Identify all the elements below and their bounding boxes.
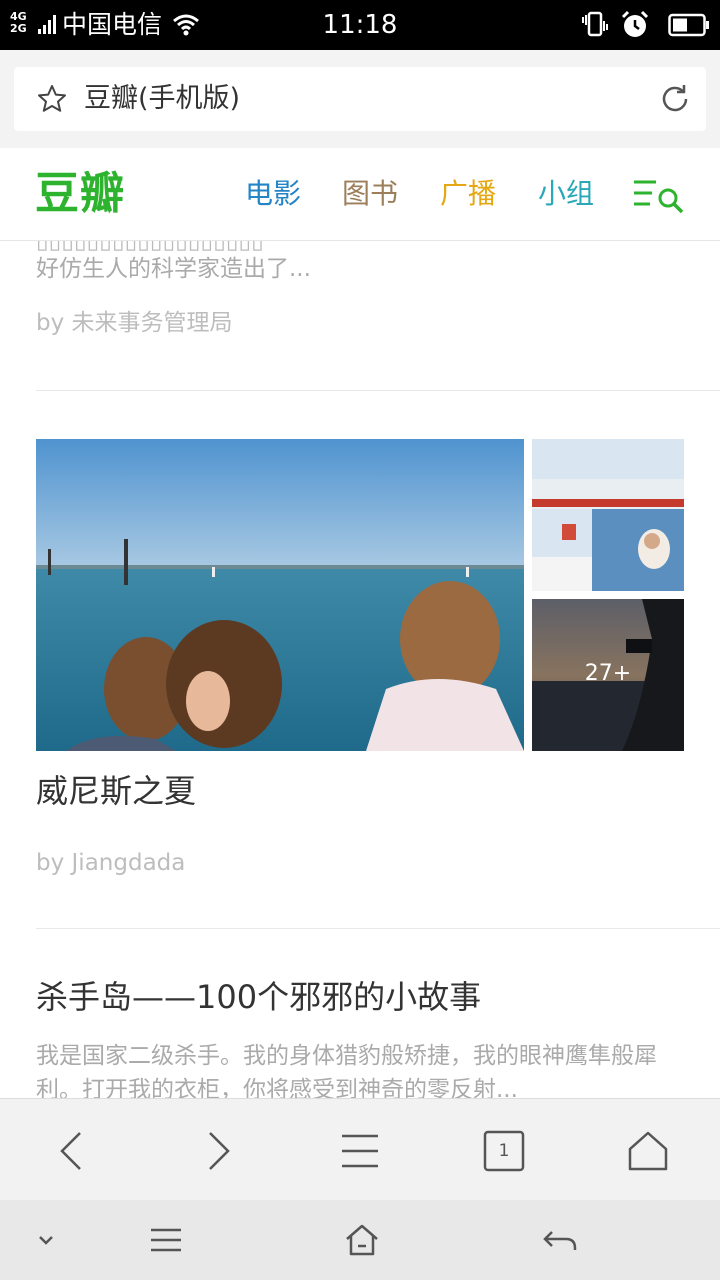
item1-author[interactable]: by 未来事务管理局 <box>36 309 233 337</box>
thumbnail-photo-1[interactable] <box>532 439 684 591</box>
item2-author[interactable]: by Jiangdada <box>36 849 185 877</box>
site-header: 豆瓣 电影 图书 广播 小组 <box>0 148 720 241</box>
address-bar-area: 豆瓣(手机版) <box>0 50 720 148</box>
home-icon[interactable] <box>624 1127 672 1175</box>
feed: ▯▯▯▯▯▯▯▯▯▯▯▯▯▯▯▯▯▯ 好仿生人的科学家造出了... by 未来事… <box>0 241 720 1098</box>
menu-icon[interactable] <box>336 1127 384 1175</box>
divider <box>36 390 720 391</box>
item3-excerpt[interactable]: 我是国家二级杀手。我的身体猎豹般矫捷，我的眼神鹰隼般犀利。打开我的衣柜，你将感受… <box>36 1039 686 1098</box>
clock: 11:18 <box>322 10 398 40</box>
more-photos-count: 27+ <box>584 661 632 686</box>
nav-book[interactable]: 图书 <box>342 176 398 212</box>
home-icon[interactable] <box>344 1222 380 1258</box>
item1-excerpt[interactable]: 好仿生人的科学家造出了... <box>36 255 311 283</box>
battery-icon <box>668 13 709 37</box>
alarm-icon <box>621 10 649 37</box>
system-nav-bar <box>0 1200 720 1280</box>
main-photo[interactable] <box>36 439 524 751</box>
star-icon[interactable] <box>36 83 68 115</box>
tab-count: 1 <box>498 1141 510 1161</box>
forward-icon[interactable] <box>194 1127 242 1175</box>
chevron-down-icon[interactable] <box>28 1222 64 1258</box>
browser-toolbar: 1 <box>0 1098 720 1200</box>
menu-icon[interactable] <box>148 1222 184 1258</box>
thumbnail-photo-more[interactable]: 27+ <box>532 599 684 751</box>
nav-movie[interactable]: 电影 <box>245 176 301 212</box>
douban-logo[interactable]: 豆瓣 <box>35 167 125 221</box>
tabs-button[interactable]: 1 <box>480 1127 528 1175</box>
reload-icon[interactable] <box>658 82 692 116</box>
status-bar: 4G 2G 中国电信 11:18 <box>0 0 720 50</box>
item2-title[interactable]: 威尼斯之夏 <box>36 771 196 811</box>
page-title[interactable]: 豆瓣(手机版) <box>84 81 240 117</box>
menu-search-icon[interactable] <box>632 176 686 216</box>
screen: 4G 2G 中国电信 11:18 豆瓣(手机版) 豆瓣 电影 图书 广播 小组 … <box>0 0 720 1280</box>
address-bar[interactable]: 豆瓣(手机版) <box>14 67 706 131</box>
item3-title[interactable]: 杀手岛——100个邪邪的小故事 <box>36 977 481 1017</box>
clipped-text-line: ▯▯▯▯▯▯▯▯▯▯▯▯▯▯▯▯▯▯ <box>36 241 264 254</box>
back-icon[interactable] <box>48 1127 96 1175</box>
back-icon[interactable] <box>542 1222 578 1258</box>
vibrate-icon <box>582 11 608 37</box>
divider <box>36 928 720 929</box>
nav-broadcast[interactable]: 广播 <box>440 176 496 212</box>
nav-group[interactable]: 小组 <box>538 176 594 212</box>
